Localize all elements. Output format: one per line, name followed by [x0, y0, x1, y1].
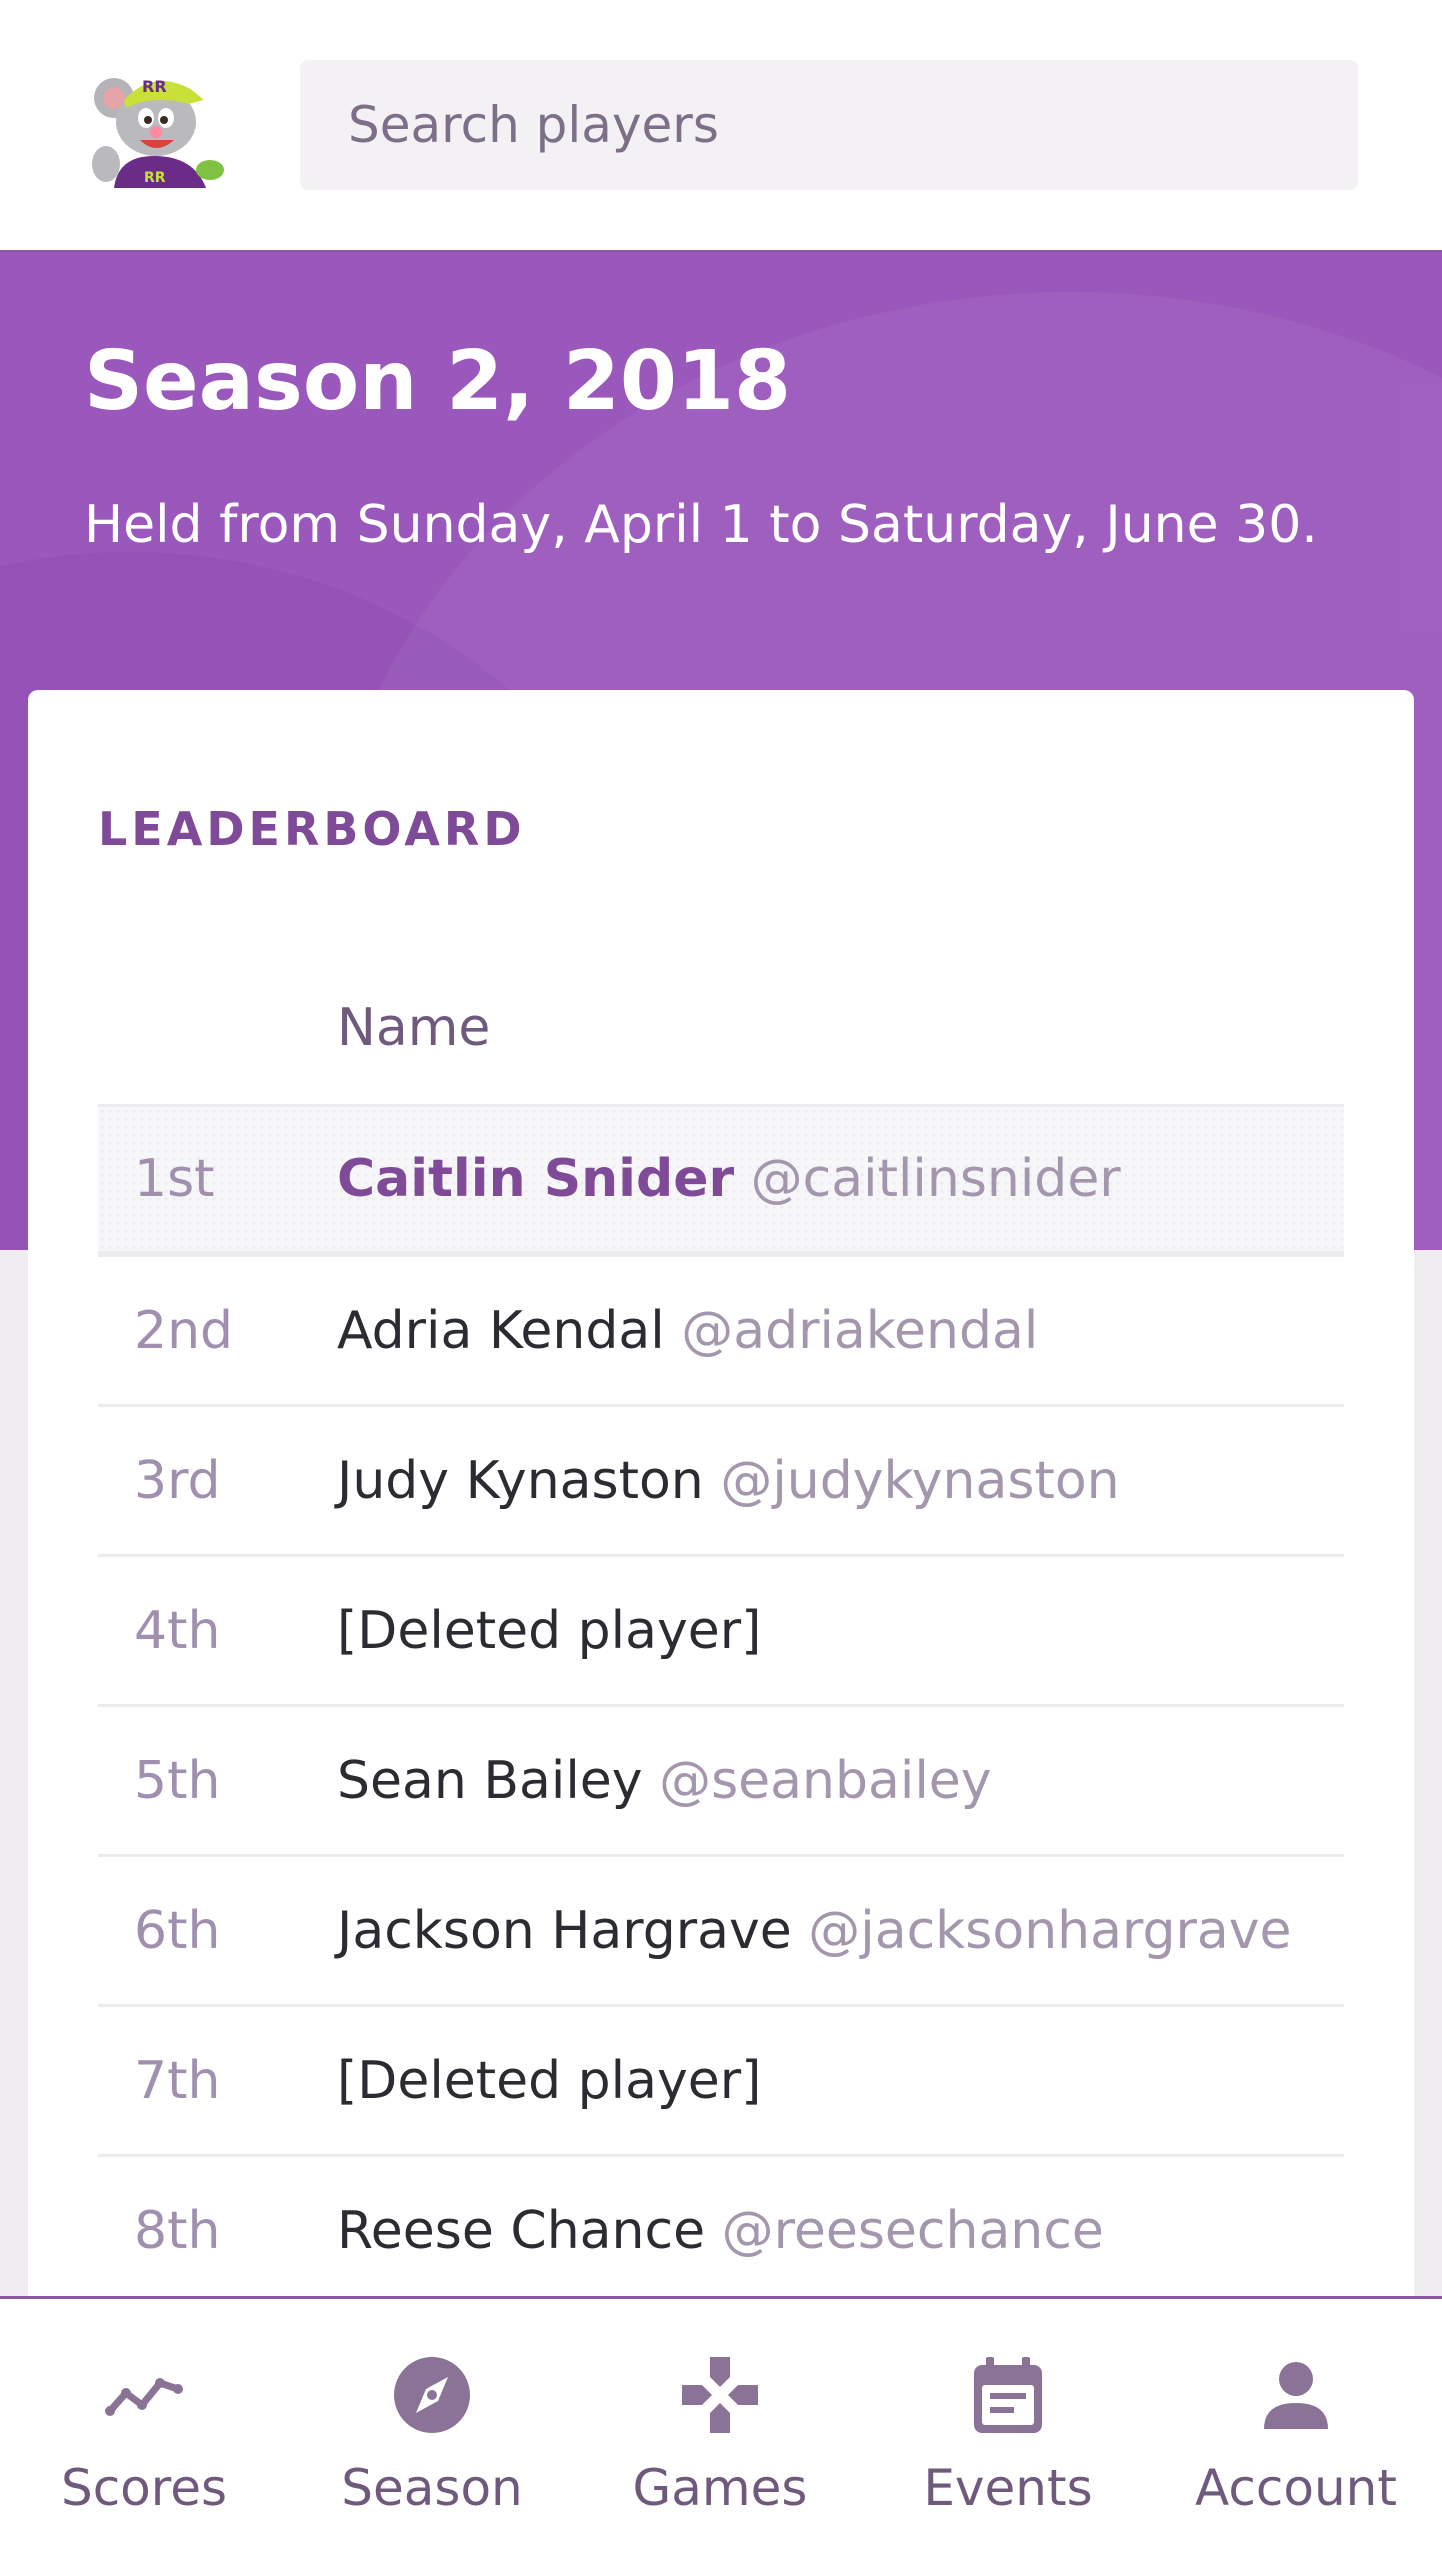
- page-title: Season 2, 2018: [84, 334, 792, 429]
- svg-text:RR: RR: [142, 77, 167, 96]
- rank-label: 8th: [134, 2200, 221, 2261]
- player-cell: Caitlin Snider @caitlinsnider: [337, 1149, 1121, 1209]
- player-handle[interactable]: @judykynaston: [720, 1451, 1119, 1511]
- leaderboard-row[interactable]: 2nd Adria Kendal @adriakendal: [98, 1254, 1344, 1404]
- nav-item-events[interactable]: Events: [864, 2299, 1152, 2562]
- player-cell: Sean Bailey @seanbailey: [337, 1751, 992, 1811]
- player-name: [Deleted player]: [337, 2050, 762, 2111]
- nav-label: Scores: [60, 2459, 228, 2517]
- nav-label: Season: [341, 2459, 523, 2517]
- player-name[interactable]: Jackson Hargrave: [337, 1901, 792, 1961]
- player-cell: [Deleted player]: [337, 1601, 761, 1661]
- rank-label: 1st: [134, 1149, 215, 1209]
- player-name: [Deleted player]: [337, 1600, 762, 1661]
- rank-label: 3rd: [134, 1450, 221, 1511]
- gamepad-icon: [682, 2357, 758, 2433]
- nav-item-account[interactable]: Account: [1152, 2299, 1440, 2562]
- nav-label: Account: [1195, 2459, 1397, 2517]
- player-cell: Jackson Hargrave @jacksonhargrave: [337, 1901, 1291, 1961]
- trend-line-icon: [105, 2378, 183, 2416]
- rank-label: 7th: [134, 2050, 221, 2111]
- player-name[interactable]: Caitlin Snider: [337, 1149, 734, 1209]
- player-cell: Judy Kynaston @judykynaston: [337, 1451, 1120, 1511]
- player-handle[interactable]: @caitlinsnider: [751, 1149, 1121, 1209]
- nav-item-games[interactable]: Games: [576, 2299, 864, 2562]
- top-bar: RR RR: [0, 0, 1442, 252]
- bottom-nav: Scores Season Games Events Account: [0, 2296, 1442, 2562]
- player-name[interactable]: Sean Bailey: [337, 1751, 643, 1811]
- leaderboard-row[interactable]: 6th Jackson Hargrave @jacksonhargrave: [98, 1854, 1344, 2004]
- rank-label: 6th: [134, 1900, 221, 1961]
- player-handle[interactable]: @jacksonhargrave: [808, 1901, 1291, 1961]
- leaderboard-row[interactable]: 5th Sean Bailey @seanbailey: [98, 1704, 1344, 1854]
- person-icon: [1264, 2362, 1328, 2429]
- player-name[interactable]: Reese Chance: [337, 2201, 705, 2261]
- player-cell: Reese Chance @reesechance: [337, 2201, 1104, 2261]
- rank-label: 2nd: [134, 1300, 234, 1361]
- leaderboard-row[interactable]: 8th Reese Chance @reesechance: [98, 2154, 1344, 2304]
- calendar-icon: [974, 2357, 1042, 2433]
- player-cell: [Deleted player]: [337, 2051, 761, 2111]
- compass-icon: [394, 2357, 470, 2433]
- player-handle[interactable]: @seanbailey: [659, 1751, 991, 1811]
- player-name[interactable]: Adria Kendal: [337, 1301, 665, 1361]
- svg-text:RR: RR: [144, 170, 166, 186]
- rank-label: 5th: [134, 1750, 221, 1811]
- leaderboard-row: 4th [Deleted player]: [98, 1554, 1344, 1704]
- player-name[interactable]: Judy Kynaston: [337, 1451, 704, 1511]
- leaderboard-row[interactable]: 3rd Judy Kynaston @judykynaston: [98, 1404, 1344, 1554]
- season-dates: Held from Sunday, April 1 to Saturday, J…: [84, 495, 1318, 555]
- nav-item-scores[interactable]: Scores: [0, 2299, 288, 2562]
- player-cell: Adria Kendal @adriakendal: [337, 1301, 1038, 1361]
- nav-item-season[interactable]: Season: [288, 2299, 576, 2562]
- leaderboard-row: 7th [Deleted player]: [98, 2004, 1344, 2154]
- leaderboard-heading: LEADERBOARD: [98, 802, 526, 856]
- nav-label: Events: [923, 2459, 1093, 2517]
- search-input[interactable]: [300, 60, 1358, 190]
- leaderboard-card: LEADERBOARD Name 1st Caitlin Snider @cai…: [28, 690, 1414, 2320]
- mascot-logo-icon[interactable]: RR RR: [84, 60, 234, 188]
- rank-label: 4th: [134, 1600, 221, 1661]
- leaderboard-row[interactable]: 1st Caitlin Snider @caitlinsnider: [98, 1104, 1344, 1254]
- app-root: RR RR Season 2, 2018 Held from Sunday, A…: [0, 0, 1442, 2562]
- player-handle[interactable]: @reesechance: [722, 2201, 1104, 2261]
- leaderboard-table: 1st Caitlin Snider @caitlinsnider 2nd Ad…: [98, 1104, 1344, 2304]
- column-header-name: Name: [337, 998, 491, 1058]
- nav-label: Games: [632, 2459, 808, 2517]
- player-handle[interactable]: @adriakendal: [681, 1301, 1038, 1361]
